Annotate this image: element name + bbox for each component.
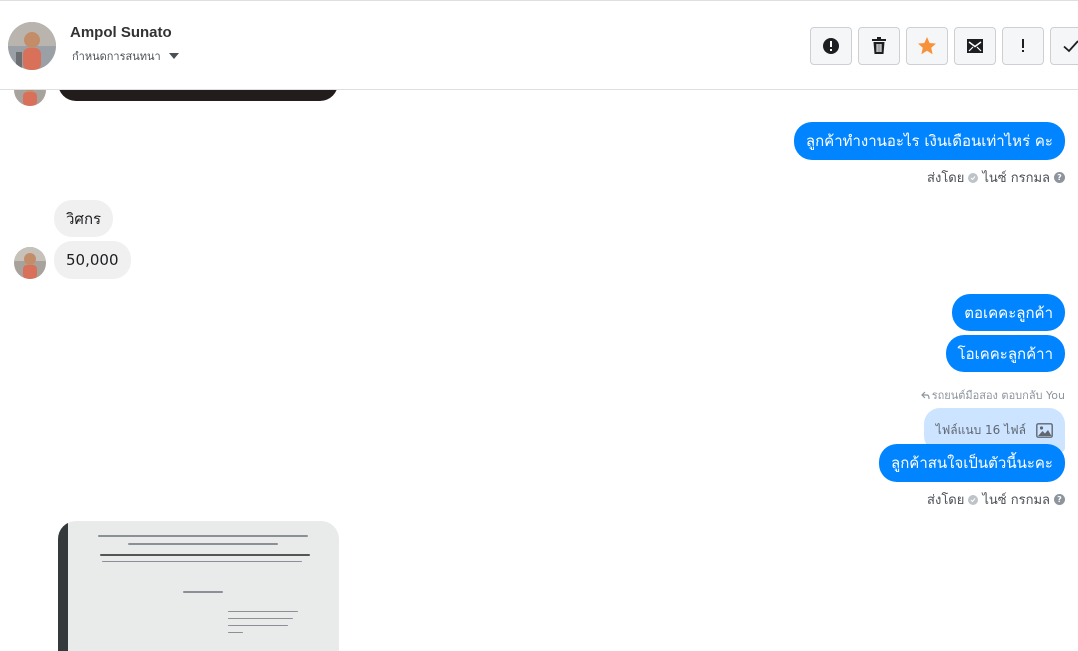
messenger-inbox: Ampol Sunato กำหนดการสนทนา ลูกค้าทำงานอะ… (0, 0, 1078, 651)
image-icon (1036, 422, 1053, 438)
incoming-message[interactable]: 50,000 (54, 241, 131, 279)
alert-icon (823, 38, 839, 54)
sent-by-info: ส่งโดย ไนซ์ กรกมล ? (927, 167, 1065, 188)
image-attachment-top[interactable] (58, 90, 338, 101)
contact-avatar-small (14, 90, 46, 106)
sender-name[interactable]: ไนซ์ กรกมล (982, 489, 1050, 510)
message-text: โอเคคะลูกค้าา (957, 344, 1053, 363)
outgoing-message[interactable]: ลูกค้าทำงานอะไร เงินเดือนเท่าไหร่ คะ (793, 122, 1065, 160)
doc-text-line (183, 591, 223, 593)
star-button[interactable] (906, 27, 948, 65)
message-text: ลูกค้าทำงานอะไร เงินเดือนเท่าไหร่ คะ (805, 132, 1053, 150)
contact-avatar-small (14, 247, 46, 279)
verified-check-icon (968, 494, 979, 505)
reply-context: รถยนต์มือสอง ตอบกลับ You (920, 386, 1065, 404)
message-text: วิศกร (66, 209, 102, 228)
doc-rule (100, 554, 310, 556)
help-icon[interactable]: ? (1054, 172, 1065, 183)
sent-by-label: ส่งโดย (927, 493, 965, 508)
contact-name[interactable]: Ampol Sunato (70, 24, 172, 41)
reply-context-text: รถยนต์มือสอง ตอบกลับ You (931, 389, 1065, 402)
mark-unread-button[interactable] (954, 27, 996, 65)
important-button[interactable] (1002, 27, 1044, 65)
assign-conversation-dropdown[interactable]: กำหนดการสนทนา (72, 47, 179, 65)
report-button[interactable] (810, 27, 852, 65)
outgoing-message[interactable]: ตอเคคะลูกค้า (952, 294, 1065, 331)
doc-text-line (98, 535, 308, 537)
attachment-label: ไฟล์แนบ 16 ไฟล์ (935, 422, 1026, 437)
caret-down-icon (168, 53, 179, 59)
sender-name[interactable]: ไนซ์ กรกมล (982, 167, 1050, 188)
doc-text-line (228, 611, 298, 612)
sent-by-info: ส่งโดย ไนซ์ กรกมล ? (927, 489, 1065, 510)
contact-avatar[interactable] (8, 22, 56, 70)
outgoing-message[interactable]: โอเคคะลูกค้าา (945, 335, 1065, 372)
message-thread[interactable]: ลูกค้าทำงานอะไร เงินเดือนเท่าไหร่ คะ ส่ง… (0, 90, 1078, 651)
conversation-header: Ampol Sunato กำหนดการสนทนา (0, 0, 1078, 90)
doc-text-line (102, 561, 302, 562)
incoming-image-attachment[interactable] (58, 521, 339, 651)
check-icon (1063, 40, 1078, 53)
assign-label: กำหนดการสนทนา (72, 50, 161, 63)
star-icon (918, 37, 936, 55)
photo-shadow (58, 521, 68, 651)
doc-text-line (228, 625, 288, 626)
message-text: ลูกค้าสนใจเป็นตัวนี้นะคะ (891, 454, 1053, 472)
reply-arrow-icon (920, 391, 930, 399)
outgoing-message[interactable]: ลูกค้าสนใจเป็นตัวนี้นะคะ (879, 444, 1065, 482)
sent-by-label: ส่งโดย (927, 171, 965, 186)
trash-icon (872, 37, 886, 54)
delete-button[interactable] (858, 27, 900, 65)
exclamation-icon (1022, 39, 1024, 52)
doc-text-line (128, 543, 278, 545)
envelope-icon (967, 39, 983, 53)
doc-text-line (228, 618, 293, 619)
message-text: 50,000 (66, 251, 119, 269)
incoming-message[interactable]: วิศกร (54, 200, 114, 237)
conversation-actions (810, 27, 1078, 65)
message-text: ตอเคคะลูกค้า (964, 303, 1053, 322)
done-button[interactable] (1050, 27, 1078, 65)
doc-text-line (228, 632, 243, 633)
verified-check-icon (968, 172, 979, 183)
help-icon[interactable]: ? (1054, 494, 1065, 505)
